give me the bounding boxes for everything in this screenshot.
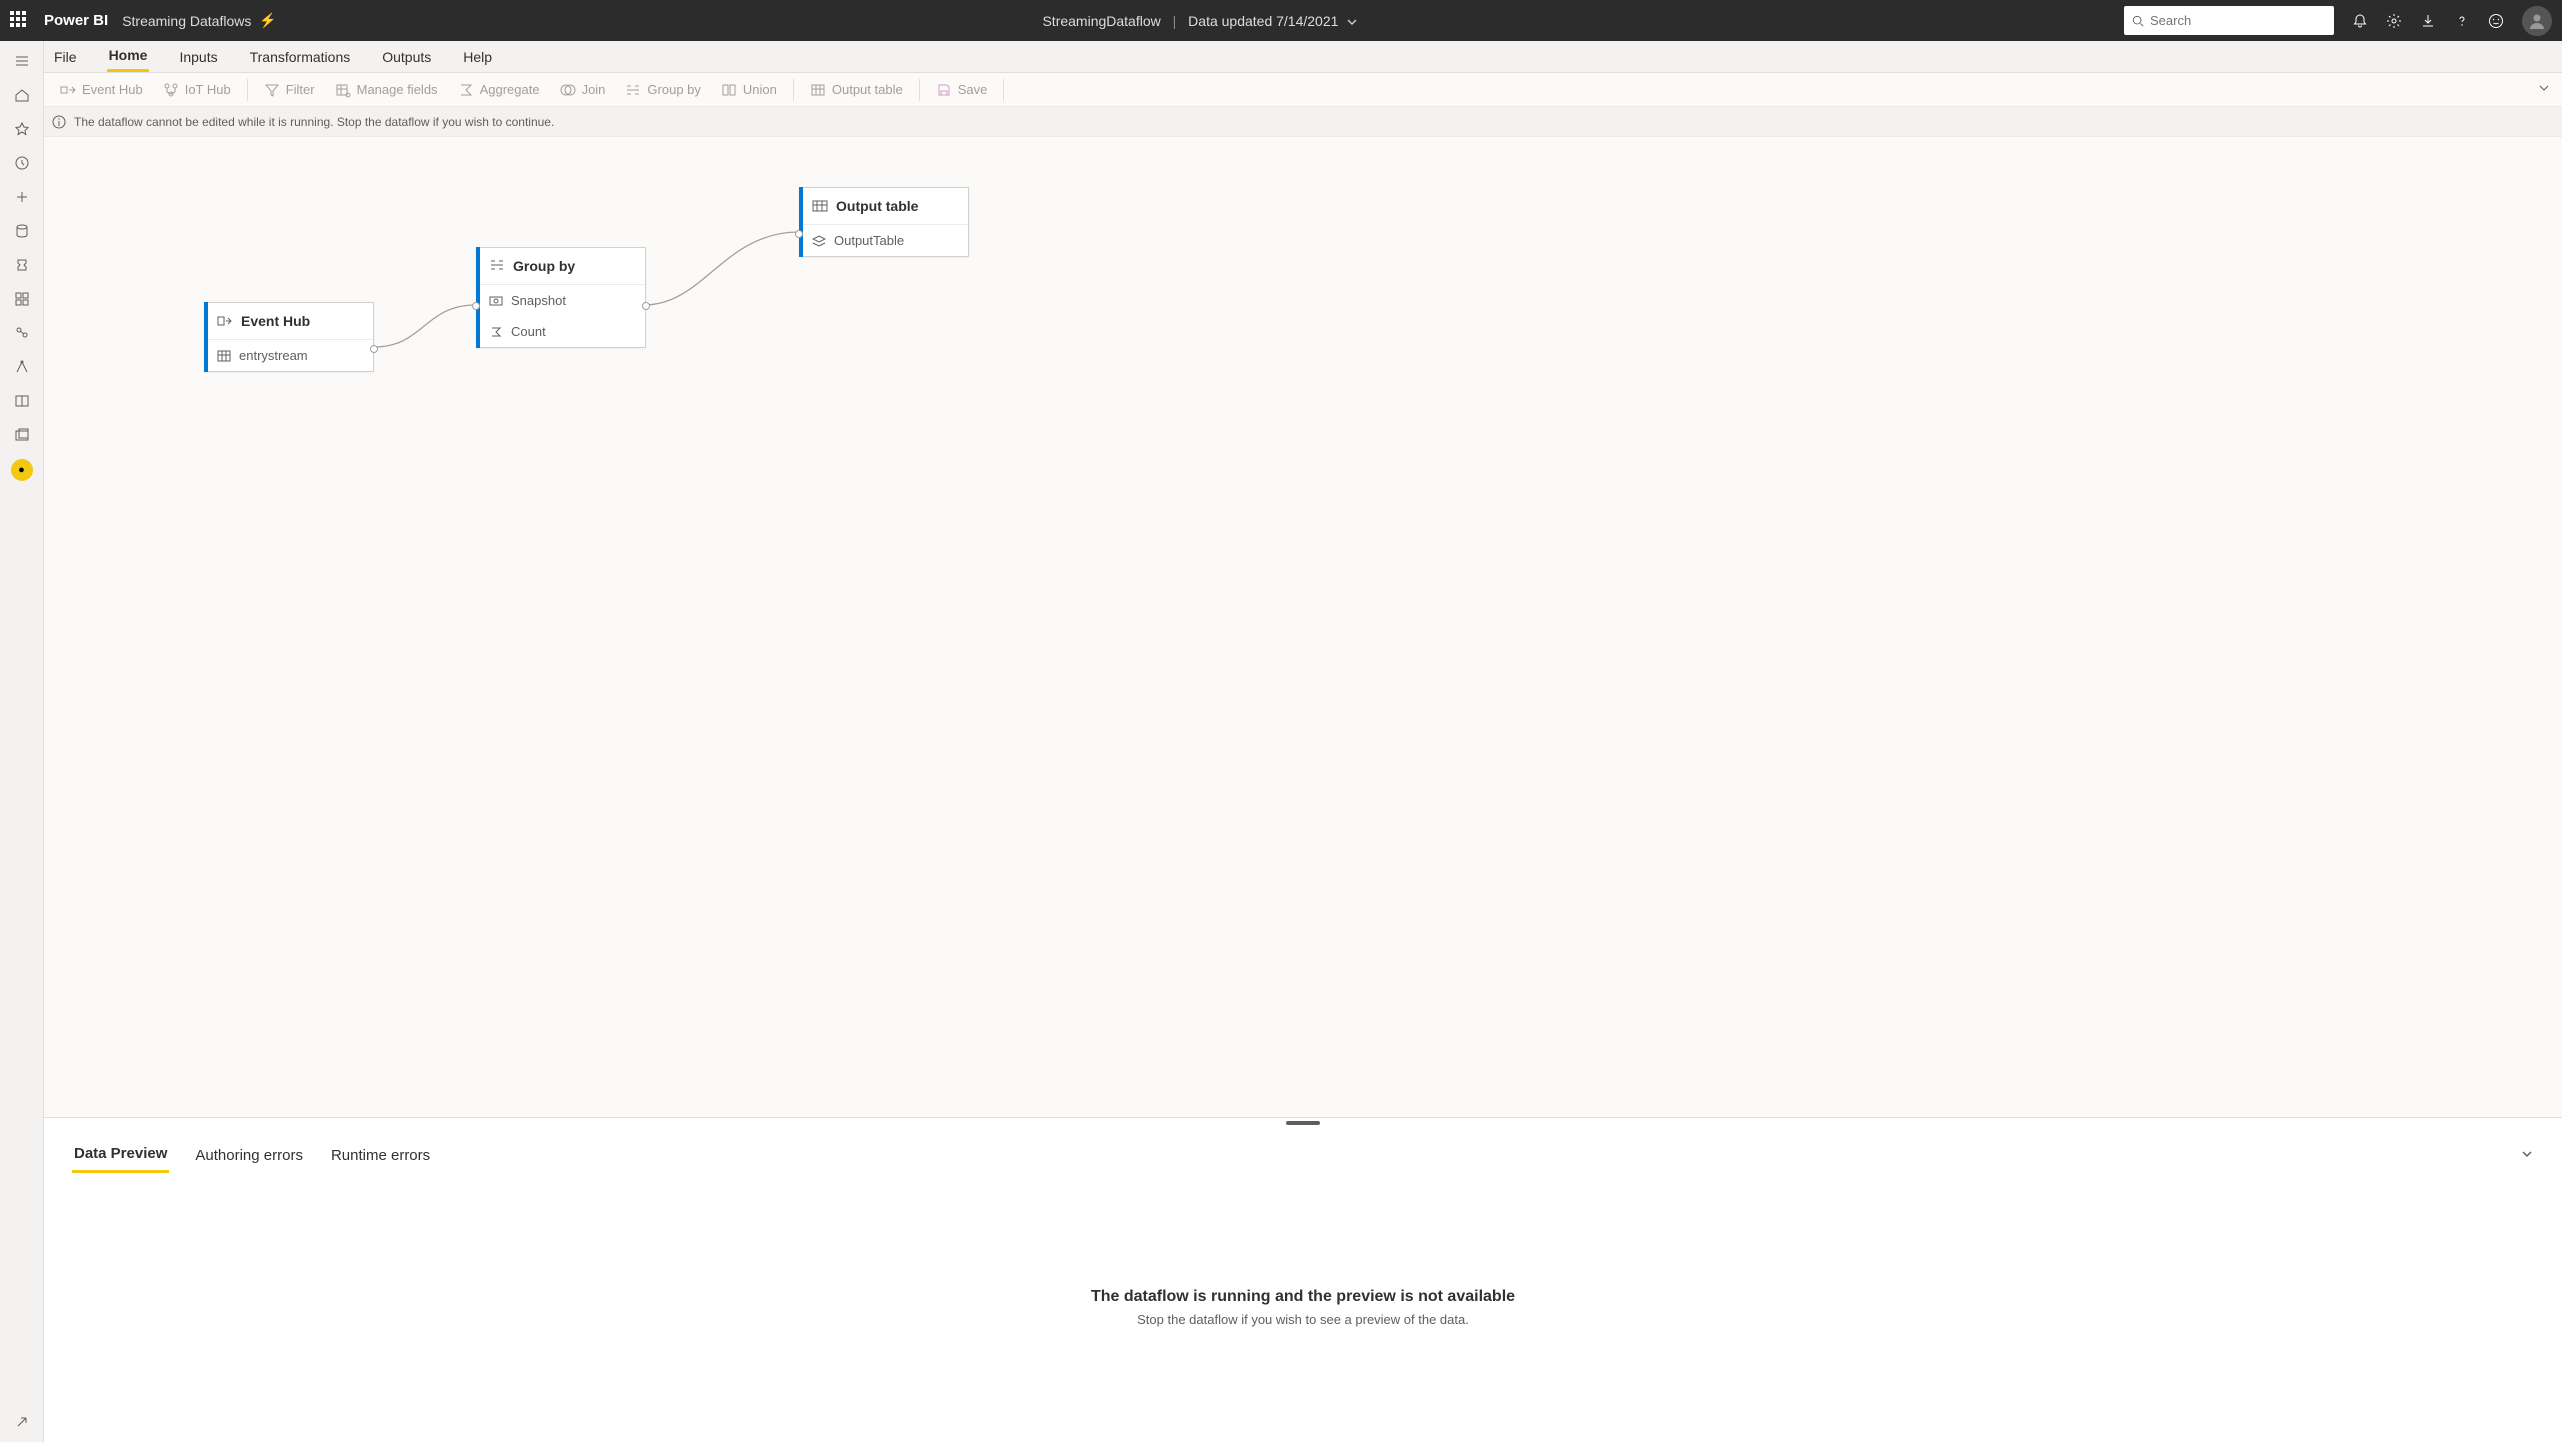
menu-outputs[interactable]: Outputs [380, 43, 433, 71]
menu-home[interactable]: Home [107, 41, 150, 72]
recent-icon[interactable] [12, 153, 32, 173]
diagram-canvas[interactable]: Event Hub entrystream Group by Snapshot [44, 137, 2562, 1117]
node-row-label: Snapshot [511, 293, 566, 308]
goals-icon[interactable] [12, 255, 32, 275]
output-table-icon [812, 198, 828, 214]
help-icon[interactable] [2454, 13, 2470, 29]
tab-authoring-errors[interactable]: Authoring errors [193, 1139, 305, 1172]
document-name: Streaming Dataflows [122, 13, 251, 29]
download-icon[interactable] [2420, 13, 2436, 29]
node-row-label: entrystream [239, 348, 308, 363]
node-event-hub[interactable]: Event Hub entrystream [204, 302, 374, 372]
menu-transformations[interactable]: Transformations [248, 43, 353, 71]
bottom-panel: Data Preview Authoring errors Runtime er… [44, 1117, 2562, 1442]
datasets-icon[interactable] [12, 221, 32, 241]
ribbon-filter: Filter [256, 78, 323, 102]
layers-icon [812, 234, 826, 248]
input-port[interactable] [472, 302, 480, 310]
breadcrumb-status: Data updated 7/14/2021 [1188, 13, 1338, 29]
breadcrumb-name: StreamingDataflow [1042, 13, 1160, 29]
ribbon-join: Join [552, 78, 614, 102]
preview-unavailable-title: The dataflow is running and the preview … [1091, 1288, 1515, 1306]
info-text: The dataflow cannot be edited while it i… [74, 115, 554, 129]
ribbon-aggregate: Aggregate [450, 78, 548, 102]
workspaces-icon[interactable] [12, 425, 32, 445]
ribbon-event-hub: Event Hub [52, 78, 151, 102]
node-title: Event Hub [241, 313, 310, 329]
input-port[interactable] [795, 230, 803, 238]
favorites-icon[interactable] [12, 119, 32, 139]
tab-data-preview[interactable]: Data Preview [72, 1137, 169, 1173]
menu-inputs[interactable]: Inputs [177, 43, 219, 71]
ribbon-manage-fields: Manage fields [327, 78, 446, 102]
info-icon [52, 115, 66, 129]
ribbon-union: Union [713, 78, 785, 102]
apps-icon[interactable] [12, 289, 32, 309]
current-workspace-icon[interactable]: ● [11, 459, 33, 481]
node-title: Group by [513, 258, 575, 274]
lightning-icon: ⚡ [259, 12, 276, 29]
ribbon-output-table: Output table [802, 78, 911, 102]
left-nav: ● [0, 41, 44, 1442]
menu-file[interactable]: File [52, 43, 79, 71]
search-input[interactable] [2124, 6, 2334, 35]
shared-icon[interactable] [12, 323, 32, 343]
feedback-icon[interactable] [2488, 13, 2504, 29]
home-icon[interactable] [12, 85, 32, 105]
settings-icon[interactable] [2386, 13, 2402, 29]
group-by-icon [489, 258, 505, 274]
ribbon-iot-hub: IoT Hub [155, 78, 239, 102]
ribbon-group-by: Group by [617, 78, 708, 102]
node-output-table[interactable]: Output table OutputTable [799, 187, 969, 257]
breadcrumb[interactable]: StreamingDataflow | Data updated 7/14/20… [277, 13, 2124, 29]
avatar[interactable] [2522, 6, 2552, 36]
search-icon [2132, 14, 2144, 28]
pipelines-icon[interactable] [12, 357, 32, 377]
menu-bar: File Home Inputs Transformations Outputs… [0, 41, 2562, 73]
ribbon-save: Save [928, 78, 996, 102]
table-icon [217, 349, 231, 363]
app-name: Power BI [44, 12, 108, 29]
event-hub-icon [217, 313, 233, 329]
node-title: Output table [836, 198, 918, 214]
panel-collapse[interactable] [2520, 1147, 2534, 1164]
ribbon: Event Hub IoT Hub Filter Manage fields A… [0, 73, 2562, 107]
tab-runtime-errors[interactable]: Runtime errors [329, 1139, 432, 1172]
preview-unavailable-subtitle: Stop the dataflow if you wish to see a p… [1137, 1312, 1469, 1327]
node-row-label: Count [511, 324, 546, 339]
info-bar: The dataflow cannot be edited while it i… [0, 107, 2562, 137]
top-bar: Power BI Streaming Dataflows ⚡ Streaming… [0, 0, 2562, 41]
learn-icon[interactable] [12, 391, 32, 411]
expand-icon[interactable] [12, 1412, 32, 1432]
ribbon-collapse[interactable] [2538, 82, 2550, 97]
create-icon[interactable] [12, 187, 32, 207]
node-group-by[interactable]: Group by Snapshot Count [476, 247, 646, 348]
output-port[interactable] [642, 302, 650, 310]
output-port[interactable] [370, 345, 378, 353]
node-row-label: OutputTable [834, 233, 904, 248]
menu-icon[interactable] [12, 51, 32, 71]
chevron-down-icon [1346, 16, 1358, 28]
notifications-icon[interactable] [2352, 13, 2368, 29]
menu-help[interactable]: Help [461, 43, 494, 71]
sigma-icon [489, 325, 503, 339]
app-launcher-icon[interactable] [10, 11, 30, 31]
snapshot-icon [489, 294, 503, 308]
